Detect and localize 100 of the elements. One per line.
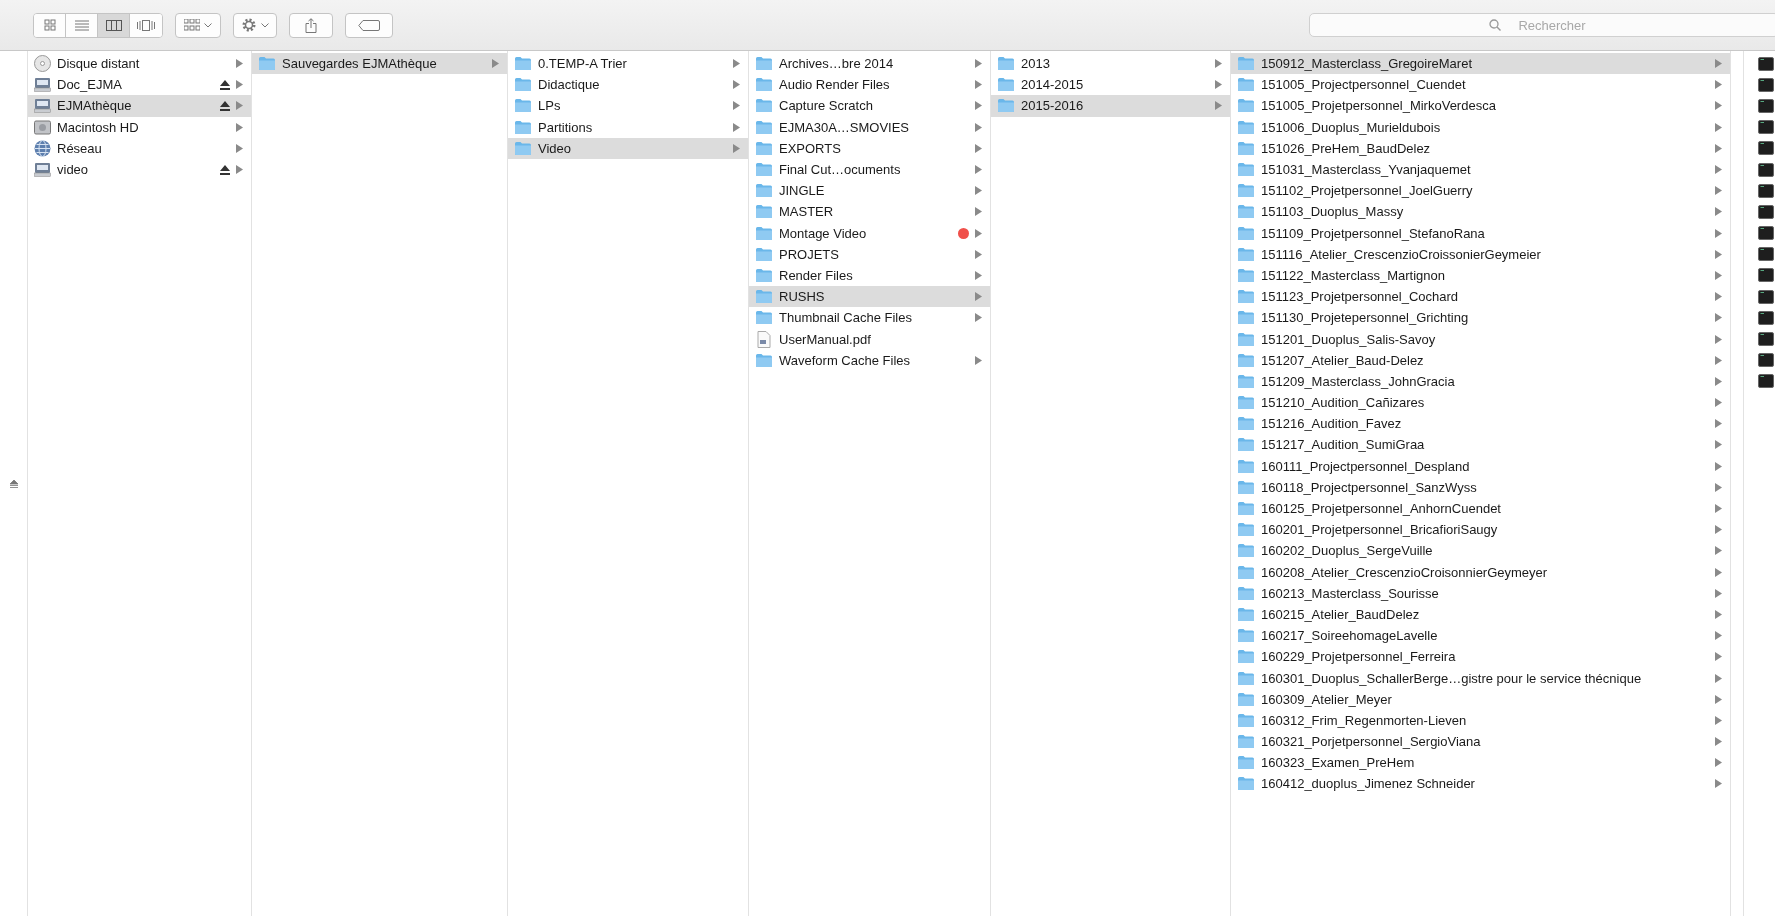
file-row[interactable]: Thumbnail Cache Files bbox=[749, 307, 990, 329]
file-row[interactable]: 2013 bbox=[991, 53, 1230, 75]
file-row[interactable]: 160208_Atelier_CrescenzioCroisonnierGeymeyer bbox=[1231, 561, 1730, 583]
file-row[interactable]: 160217_SoireehomageLavelle bbox=[1231, 625, 1730, 647]
disclosure-arrow-icon[interactable] bbox=[1715, 249, 1722, 259]
disclosure-arrow-icon[interactable] bbox=[975, 143, 982, 153]
disclosure-arrow-icon[interactable] bbox=[1715, 737, 1722, 747]
file-row[interactable]: 160301_Duoplus_SchallerBerge…gistre pour le service thécnique bbox=[1231, 667, 1730, 689]
disclosure-arrow-icon[interactable] bbox=[733, 80, 740, 90]
file-row[interactable]: EJMAthèque bbox=[28, 95, 251, 117]
file-row[interactable]: Archives…bre 2014 bbox=[749, 53, 990, 75]
file-row[interactable]: Audio Render Files bbox=[749, 74, 990, 96]
disclosure-arrow-icon[interactable] bbox=[1715, 228, 1722, 238]
file-row[interactable]: 151123_Projetpersonnel_Cochard bbox=[1231, 286, 1730, 308]
disclosure-arrow-icon[interactable] bbox=[1715, 313, 1722, 323]
file-row[interactable]: 151207_Atelier_Baud-Delez bbox=[1231, 349, 1730, 371]
disclosure-arrow-icon[interactable] bbox=[1715, 80, 1722, 90]
disclosure-arrow-icon[interactable] bbox=[733, 122, 740, 132]
arrange-button[interactable] bbox=[175, 12, 221, 38]
search-field[interactable]: Rechercher bbox=[1309, 13, 1775, 37]
disclosure-arrow-icon[interactable] bbox=[492, 59, 499, 69]
disclosure-arrow-icon[interactable] bbox=[975, 207, 982, 217]
disclosure-arrow-icon[interactable] bbox=[1715, 504, 1722, 514]
disclosure-arrow-icon[interactable] bbox=[1715, 419, 1722, 429]
disclosure-arrow-icon[interactable] bbox=[975, 270, 982, 280]
file-row[interactable]: 160323_Examen_PreHem bbox=[1231, 752, 1730, 774]
file-row[interactable]: 151116_Atelier_CrescenzioCroissonierGeymeier bbox=[1231, 243, 1730, 265]
disclosure-arrow-icon[interactable] bbox=[1715, 101, 1722, 111]
disclosure-arrow-icon[interactable] bbox=[236, 122, 243, 132]
file-row[interactable]: Sauvegardes EJMAthèque bbox=[252, 53, 507, 75]
eject-icon[interactable] bbox=[220, 164, 230, 175]
resize-handle-icon[interactable] bbox=[9, 479, 18, 488]
file-row[interactable]: RUSHS bbox=[749, 286, 990, 308]
disclosure-arrow-icon[interactable] bbox=[975, 355, 982, 365]
file-row[interactable]: UserManual.pdf bbox=[749, 328, 990, 350]
file-row[interactable]: EJMA30A…SMOVIES bbox=[749, 116, 990, 138]
disclosure-arrow-icon[interactable] bbox=[1715, 334, 1722, 344]
file-row[interactable]: 160202_Duoplus_SergeVuille bbox=[1231, 540, 1730, 562]
share-button[interactable] bbox=[289, 12, 333, 38]
disclosure-arrow-icon[interactable] bbox=[1715, 482, 1722, 492]
disclosure-arrow-icon[interactable] bbox=[1715, 461, 1722, 471]
disclosure-arrow-icon[interactable] bbox=[1215, 101, 1222, 111]
file-row[interactable]: 160111_Projectpersonnel_Despland bbox=[1231, 455, 1730, 477]
disclosure-arrow-icon[interactable] bbox=[1715, 758, 1722, 768]
file-row[interactable]: 0.TEMP-A Trier bbox=[508, 53, 748, 75]
file-row[interactable]: Render Files bbox=[749, 264, 990, 287]
disclosure-arrow-icon[interactable] bbox=[236, 165, 243, 175]
file-row[interactable]: 2014-2015 bbox=[991, 74, 1230, 96]
disclosure-arrow-icon[interactable] bbox=[1715, 440, 1722, 450]
disclosure-arrow-icon[interactable] bbox=[1715, 567, 1722, 577]
disclosure-arrow-icon[interactable] bbox=[975, 59, 982, 69]
disclosure-arrow-icon[interactable] bbox=[1715, 165, 1722, 175]
file-row[interactable]: 151102_Projetpersonnel_JoelGuerry bbox=[1231, 180, 1730, 202]
disclosure-arrow-icon[interactable] bbox=[733, 143, 740, 153]
disclosure-arrow-icon[interactable] bbox=[1715, 525, 1722, 535]
file-row[interactable]: 151005_Projetpersonnel_MirkoVerdesca bbox=[1231, 95, 1730, 117]
disclosure-arrow-icon[interactable] bbox=[733, 101, 740, 111]
view-mode-button[interactable] bbox=[34, 13, 66, 37]
file-row[interactable]: Disque distant bbox=[28, 53, 251, 75]
disclosure-arrow-icon[interactable] bbox=[1715, 207, 1722, 217]
disclosure-arrow-icon[interactable] bbox=[236, 143, 243, 153]
file-row[interactable]: 151005_Projectpersonnel_Cuendet bbox=[1231, 74, 1730, 96]
disclosure-arrow-icon[interactable] bbox=[975, 101, 982, 111]
file-row[interactable]: 160118_Projectpersonnel_SanzWyss bbox=[1231, 476, 1730, 498]
file-row[interactable]: Video bbox=[508, 137, 748, 159]
file-row[interactable]: 151103_Duoplus_Massy bbox=[1231, 201, 1730, 223]
file-row[interactable]: Partitions bbox=[508, 116, 748, 138]
disclosure-arrow-icon[interactable] bbox=[1715, 398, 1722, 408]
eject-icon[interactable] bbox=[220, 100, 230, 111]
file-row[interactable]: 151210_Audition_Cañizares bbox=[1231, 392, 1730, 414]
file-row[interactable]: Capture Scratch bbox=[749, 95, 990, 117]
disclosure-arrow-icon[interactable] bbox=[1715, 588, 1722, 598]
disclosure-arrow-icon[interactable] bbox=[975, 80, 982, 90]
disclosure-arrow-icon[interactable] bbox=[975, 165, 982, 175]
file-row[interactable]: 151031_Masterclass_Yvanjaquemet bbox=[1231, 158, 1730, 181]
file-row[interactable]: Montage Video bbox=[749, 222, 990, 244]
disclosure-arrow-icon[interactable] bbox=[1715, 355, 1722, 365]
file-row[interactable]: 160201_Projetpersonnel_BricafioriSaugy bbox=[1231, 519, 1730, 541]
view-mode-control[interactable] bbox=[33, 12, 163, 38]
disclosure-arrow-icon[interactable] bbox=[1715, 546, 1722, 556]
file-row[interactable]: 151026_PreHem_BaudDelez bbox=[1231, 137, 1730, 159]
file-row[interactable]: Macintosh HD bbox=[28, 116, 251, 138]
file-row[interactable]: 151216_Audition_Favez bbox=[1231, 413, 1730, 435]
file-row[interactable]: 151006_Duoplus_Murieldubois bbox=[1231, 116, 1730, 138]
file-row[interactable]: 151122_Masterclass_Martignon bbox=[1231, 264, 1730, 287]
file-row[interactable]: 151130_Projetepersonnel_Grichting bbox=[1231, 307, 1730, 329]
file-row[interactable]: 160215_Atelier_BaudDelez bbox=[1231, 603, 1730, 626]
tag-button[interactable] bbox=[345, 12, 393, 38]
file-row[interactable]: 160309_Atelier_Meyer bbox=[1231, 688, 1730, 710]
eject-icon[interactable] bbox=[220, 79, 230, 90]
disclosure-arrow-icon[interactable] bbox=[975, 292, 982, 302]
disclosure-arrow-icon[interactable] bbox=[1715, 143, 1722, 153]
disclosure-arrow-icon[interactable] bbox=[236, 101, 243, 111]
disclosure-arrow-icon[interactable] bbox=[1715, 694, 1722, 704]
disclosure-arrow-icon[interactable] bbox=[1715, 652, 1722, 662]
disclosure-arrow-icon[interactable] bbox=[1715, 186, 1722, 196]
file-row[interactable]: EXPORTS bbox=[749, 137, 990, 159]
file-row[interactable]: Doc_EJMA bbox=[28, 74, 251, 96]
disclosure-arrow-icon[interactable] bbox=[1715, 631, 1722, 641]
disclosure-arrow-icon[interactable] bbox=[236, 80, 243, 90]
